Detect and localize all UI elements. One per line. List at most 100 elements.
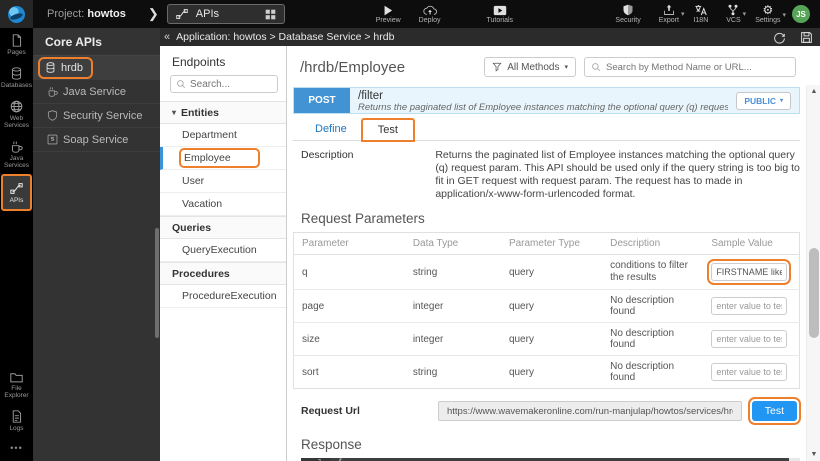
endpoint-label: User [182, 175, 204, 187]
method-summary: Returns the paginated list of Employee i… [358, 102, 728, 113]
project-name: Project: howtos [47, 8, 126, 20]
endpoint-item-procedureexecution[interactable]: ProcedureExecution [160, 285, 286, 308]
endpoint-label: ProcedureExecution [182, 290, 277, 302]
service-item-security-service[interactable]: Security Service [33, 104, 160, 128]
caret-down-icon: ▾ [564, 63, 568, 71]
page-icon [10, 34, 23, 47]
sample-value-input-q[interactable] [711, 263, 787, 281]
core-apis-title: Core APIs [33, 28, 160, 56]
panel-scrollbar[interactable] [155, 228, 159, 338]
vcs-label: VCS [726, 17, 740, 24]
scroll-up-icon[interactable]: ▲ [807, 88, 820, 95]
page-title: /hrdb/Employee [300, 59, 476, 76]
param-description: No description found [602, 323, 703, 356]
endpoints-search-input[interactable] [190, 79, 270, 90]
param-description: No description found [602, 356, 703, 389]
security-button[interactable]: Security [615, 4, 640, 24]
export-button[interactable]: Export [659, 4, 679, 24]
save-icon[interactable] [800, 31, 813, 44]
param-type: query [501, 323, 602, 356]
param-name: size [294, 323, 405, 356]
service-item-soap-service[interactable]: Soap Service [33, 128, 160, 152]
endpoint-item-queryexecution[interactable]: QueryExecution [160, 239, 286, 262]
section-label: Queries [172, 222, 211, 234]
rail-item-pages[interactable]: Pages [1, 28, 32, 61]
database-icon [45, 62, 56, 73]
sample-value-input-sort[interactable] [711, 363, 787, 381]
param-name: sort [294, 356, 405, 389]
collapse-panel-icon[interactable]: « [160, 31, 176, 43]
endpoint-item-department[interactable]: Department [160, 124, 286, 147]
breadcrumb: Application: howtos > Database Service >… [176, 31, 766, 43]
sample-value-input-size[interactable] [711, 330, 787, 348]
service-item-hrdb[interactable]: hrdb [33, 56, 160, 80]
method-search-input[interactable] [606, 62, 789, 73]
request-url-input[interactable] [438, 401, 742, 421]
service-label: Java Service [63, 86, 126, 98]
procedures-section-header[interactable]: Procedures [160, 262, 286, 285]
rail-item-logs[interactable]: Logs [1, 404, 32, 437]
grid-icon[interactable] [265, 9, 276, 20]
tutorials-button[interactable]: Tutorials [486, 5, 513, 24]
deploy-label: Deploy [419, 17, 441, 24]
param-data-type: string [405, 356, 501, 389]
method-search[interactable] [584, 57, 796, 77]
preview-button[interactable]: Preview [376, 5, 401, 24]
user-avatar[interactable]: JS [792, 5, 810, 23]
shield-icon [47, 110, 58, 121]
endpoint-label: QueryExecution [182, 244, 257, 256]
rail-item-java-services[interactable]: Java Services [1, 134, 32, 174]
scroll-down-icon[interactable]: ▼ [807, 451, 820, 458]
coffee-icon [10, 140, 23, 153]
apis-workspace-tab[interactable]: APIs [167, 4, 285, 24]
more-dots-icon[interactable]: ••• [10, 437, 22, 461]
endpoint-label: Vacation [182, 198, 222, 210]
tab-test[interactable]: Test [362, 119, 414, 141]
rail-item-web-services[interactable]: Web Services [1, 94, 32, 134]
rail-item-file-explorer[interactable]: File Explorer [1, 365, 32, 404]
table-row: size integer query No description found [294, 323, 800, 356]
sample-value-input-page[interactable] [711, 297, 787, 315]
branch-icon [727, 4, 739, 16]
wavemaker-logo[interactable] [0, 0, 33, 28]
param-type: query [501, 290, 602, 323]
method-row-post-filter[interactable]: POST /filter Returns the paginated list … [293, 87, 800, 114]
endpoint-item-vacation[interactable]: Vacation [160, 193, 286, 216]
endpoints-panel: Endpoints ▾ Entities Department Employee… [160, 46, 287, 461]
rail-item-apis[interactable]: APIs [1, 174, 32, 211]
i18n-button[interactable]: I18N [693, 4, 708, 24]
methods-filter-dropdown[interactable]: All Methods ▾ [484, 57, 576, 77]
endpoint-item-user[interactable]: User [160, 170, 286, 193]
entities-section-header[interactable]: ▾ Entities [160, 101, 286, 124]
main-scroll-thumb[interactable] [809, 248, 819, 338]
service-label: hrdb [61, 62, 83, 74]
chevron-right-icon: ❯ [148, 6, 159, 22]
settings-button[interactable]: ⚙ Settings [755, 5, 780, 24]
param-data-type: integer [405, 323, 501, 356]
core-apis-panel: Core APIs hrdb Java Service Security Ser… [33, 28, 160, 461]
visibility-label: PUBLIC [744, 96, 776, 106]
visibility-dropdown[interactable]: PUBLIC ▾ [736, 92, 791, 110]
service-item-java-service[interactable]: Java Service [33, 80, 160, 104]
queries-section-header[interactable]: Queries [160, 216, 286, 239]
table-row: page integer query No description found [294, 290, 800, 323]
main-scrollbar[interactable]: ▲ ▼ [806, 85, 820, 461]
method-path: /filter [358, 90, 728, 102]
rail-label: Pages [7, 49, 25, 56]
request-parameters-table: Parameter Data Type Parameter Type Descr… [293, 232, 800, 389]
method-verb-badge: POST [294, 88, 350, 113]
vcs-button[interactable]: VCS [726, 4, 740, 24]
rail-label: Databases [1, 82, 32, 89]
deploy-button[interactable]: Deploy [419, 5, 441, 24]
test-button[interactable]: Test [752, 401, 797, 421]
endpoints-search[interactable] [170, 75, 278, 93]
cloud-upload-icon [423, 5, 437, 16]
refresh-icon[interactable] [773, 31, 786, 44]
param-data-type: string [405, 255, 501, 290]
param-name: page [294, 290, 405, 323]
rail-item-databases[interactable]: Databases [1, 61, 32, 94]
tab-define[interactable]: Define [300, 119, 362, 140]
endpoint-item-employee[interactable]: Employee [160, 147, 286, 170]
security-label: Security [615, 17, 640, 24]
export-label: Export [659, 17, 679, 24]
